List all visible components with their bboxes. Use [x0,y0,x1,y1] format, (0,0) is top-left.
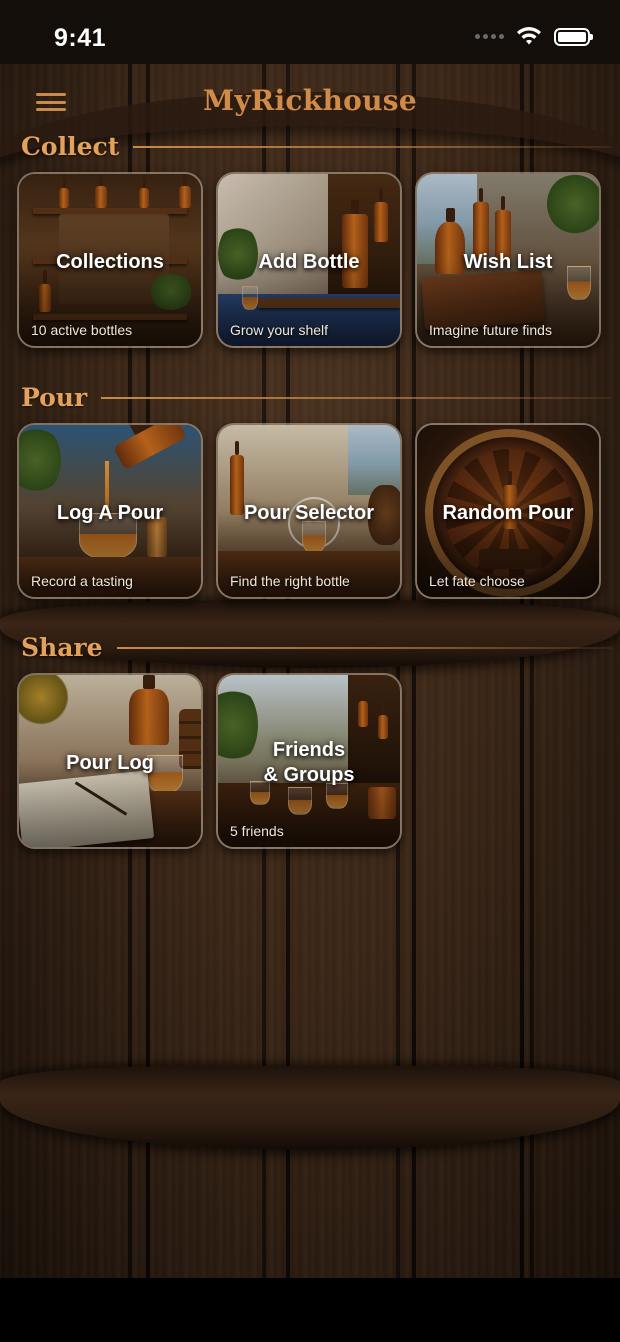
status-bar: 9:41 [0,0,620,64]
tile-subtitle: Imagine future finds [429,322,552,338]
tile-subtitle: 5 friends [230,823,284,839]
status-icons [475,27,593,46]
tile-pour-selector[interactable]: Pour Selector Find the right bottle [216,423,402,599]
tile-subtitle: Let fate choose [429,573,525,589]
tile-title: Add Bottle [258,251,360,273]
cellular-signal-icon [475,34,504,39]
tile-friends-groups[interactable]: Friends & Groups 5 friends [216,673,402,849]
section-divider [133,145,611,148]
tile-random-pour[interactable]: Random Pour Let fate choose [415,423,601,599]
app-title: MyRickhouse [203,84,417,117]
wifi-icon [517,27,541,45]
section-title: Pour [21,383,88,412]
section-title: Share [21,633,103,662]
section-divider [101,396,611,399]
tile-subtitle: Grow your shelf [230,322,329,338]
tile-title: Wish List [463,251,553,273]
tile-title: Pour Log [66,752,154,774]
tile-title: Random Pour [442,502,574,524]
section-divider [116,646,611,649]
battery-icon [554,27,593,46]
tile-title-line: Friends [272,739,346,761]
tile-collections[interactable]: Collections 10 active bottles [17,172,203,348]
tile-subtitle: Record a tasting [31,573,133,589]
tile-title: Log A Pour [56,502,164,524]
status-time: 9:41 [54,24,107,52]
tile-title: Friends & Groups [218,738,400,788]
section-title: Collect [21,132,120,161]
tile-subtitle: 10 active bottles [31,322,133,338]
section-header-share: Share [21,633,611,662]
tile-add-bottle[interactable]: Add Bottle Grow your shelf [216,172,402,348]
section-header-pour: Pour [21,383,611,412]
home-screen: 9:41 MyRickhouse Collect Collections 10 … [0,0,620,1278]
barrel-band-lower [0,1066,620,1150]
section-header-collect: Collect [21,132,611,161]
tile-pour-log[interactable]: Pour Log [17,673,203,849]
tile-subtitle: Find the right bottle [230,573,350,589]
tile-log-a-pour[interactable]: Log A Pour Record a tasting [17,423,203,599]
tile-wish-list[interactable]: Wish List Imagine future finds [415,172,601,348]
tile-title-line: & Groups [263,764,355,786]
tile-title: Collections [56,251,164,273]
tile-title: Pour Selector [243,502,375,524]
